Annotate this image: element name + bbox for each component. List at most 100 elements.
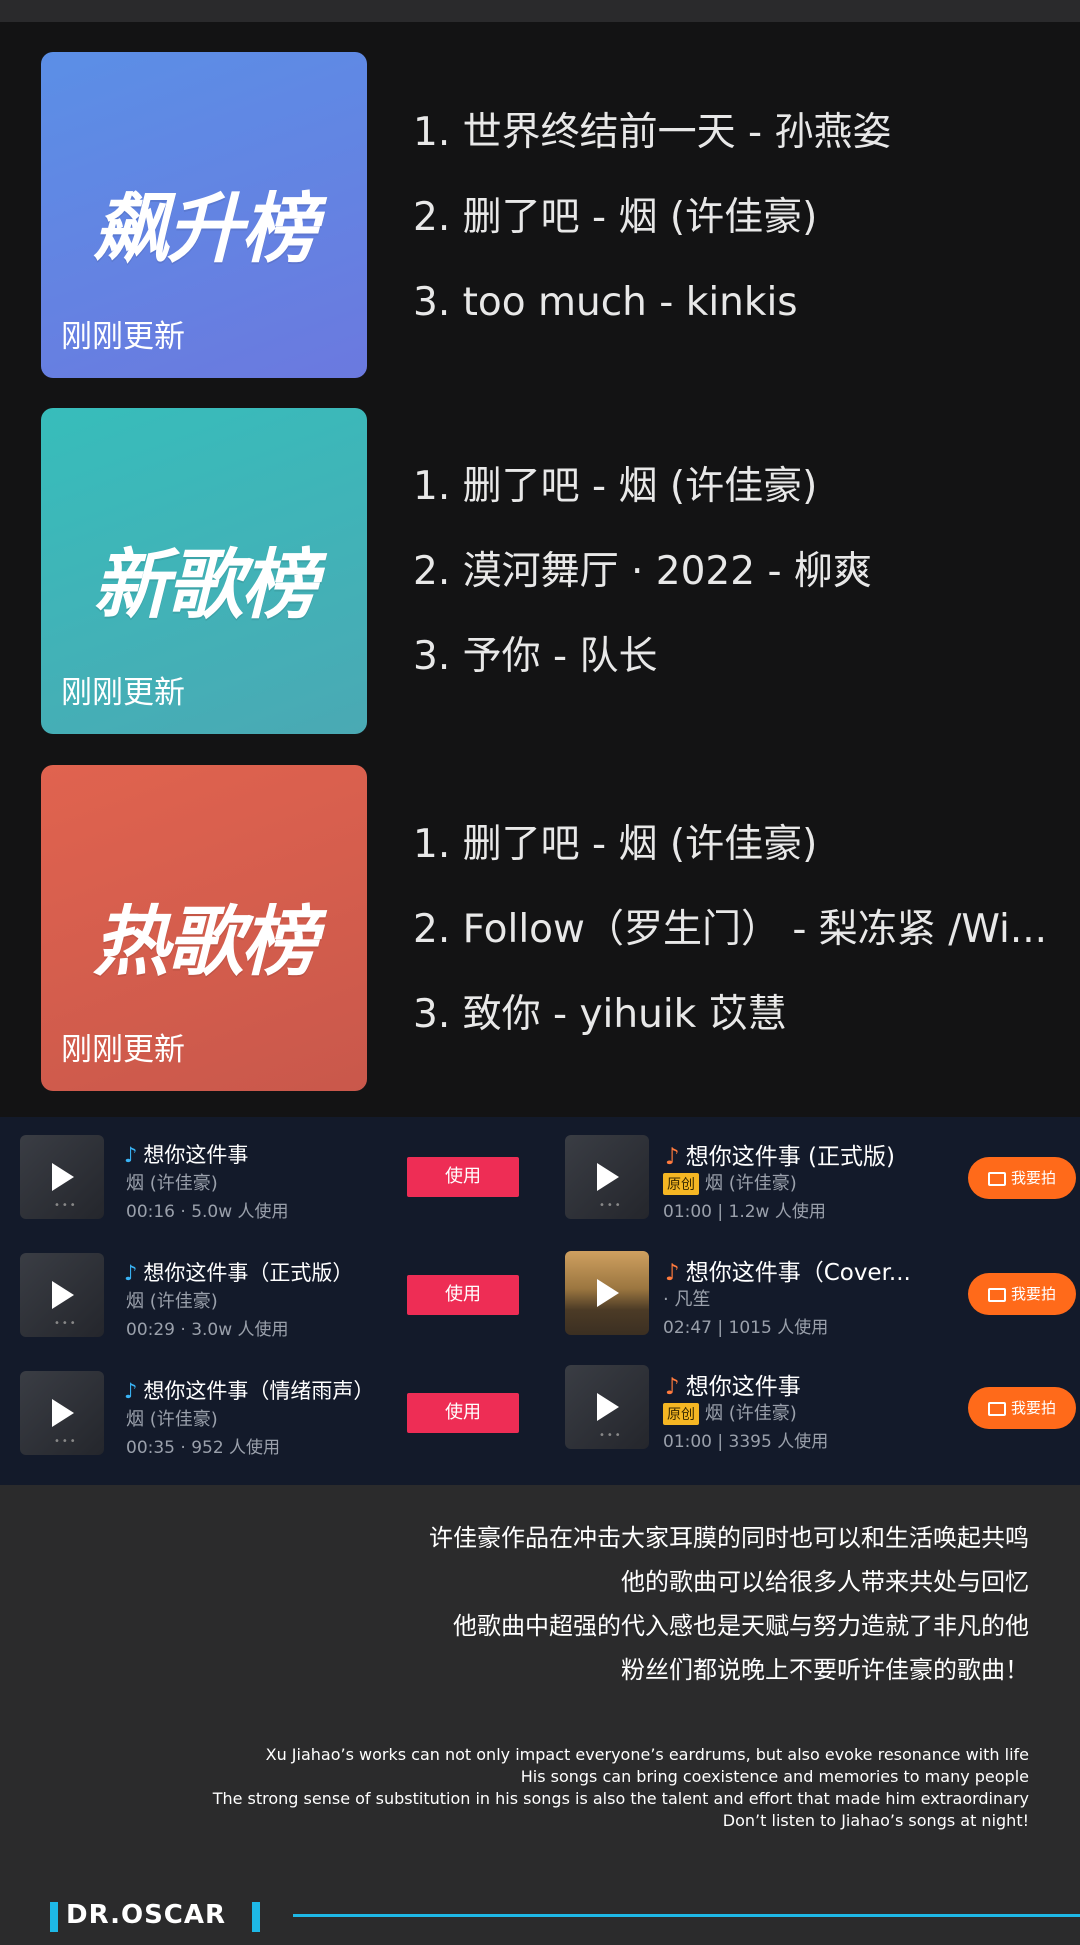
chart-card-title: 新歌榜 bbox=[93, 540, 317, 629]
top-bar bbox=[0, 0, 1080, 22]
song-row[interactable]: ••• ♪ 想你这件事 烟 (许佳豪) 00:16 · 5.0w 人使用 使用 bbox=[0, 1135, 540, 1245]
song-artist-text: 烟 (许佳豪) bbox=[705, 1403, 797, 1424]
shoot-button-label: 我要拍 bbox=[1010, 1285, 1056, 1303]
song-artist: 烟 (许佳豪) bbox=[126, 1291, 218, 1312]
caption-en-line: His songs can bring coexistence and memo… bbox=[520, 1767, 1029, 1786]
more-dots-icon: ••• bbox=[54, 1200, 78, 1211]
original-badge: 原创 bbox=[663, 1403, 699, 1425]
more-dots-icon: ••• bbox=[599, 1430, 623, 1441]
caption-zh-line: 粉丝们都说晚上不要听许佳豪的歌曲！ bbox=[621, 1656, 1029, 1684]
song-title-text: 想你这件事 bbox=[685, 1374, 801, 1400]
chart-list-item[interactable]: 1. 删了吧 - 烟 (许佳豪) bbox=[413, 802, 1073, 887]
song-list-right: ••• ♪ 想你这件事 (正式版) 原创烟 (许佳豪) 01:00 | 1.2w … bbox=[545, 1117, 1080, 1485]
music-note-icon: ♪ bbox=[124, 1379, 138, 1403]
song-artist: 烟 (许佳豪) bbox=[126, 1409, 218, 1430]
shoot-button[interactable]: 我要拍 bbox=[968, 1157, 1076, 1199]
song-title-text: 想你这件事（Cover... bbox=[685, 1260, 911, 1286]
chart-list-item[interactable]: 3. 致你 - yihuik 苡慧 bbox=[413, 972, 1073, 1057]
play-icon bbox=[597, 1393, 619, 1421]
song-section: ••• ♪ 想你这件事 烟 (许佳豪) 00:16 · 5.0w 人使用 使用 •… bbox=[0, 1117, 1080, 1485]
camera-icon bbox=[987, 1287, 1006, 1302]
caption-section bbox=[0, 1485, 1080, 1945]
song-cover[interactable]: ••• bbox=[20, 1253, 104, 1337]
chart-list-rising: 1. 世界终结前一天 - 孙燕姿 2. 删了吧 - 烟 (许佳豪) 3. too… bbox=[413, 90, 1073, 345]
song-cover[interactable]: ••• bbox=[565, 1135, 649, 1219]
music-note-icon: ♪ bbox=[124, 1261, 138, 1285]
song-title: ♪ 想你这件事 bbox=[665, 1367, 801, 1401]
brand-bar-left bbox=[50, 1902, 58, 1932]
song-title-text: 想你这件事（情绪雨声） bbox=[143, 1379, 375, 1403]
original-badge: 原创 bbox=[663, 1173, 699, 1195]
song-list-left: ••• ♪ 想你这件事 烟 (许佳豪) 00:16 · 5.0w 人使用 使用 •… bbox=[0, 1117, 540, 1485]
music-note-icon: ♪ bbox=[124, 1143, 138, 1167]
song-meta: 01:00 | 3395 人使用 bbox=[663, 1432, 829, 1452]
song-meta: 02:47 | 1015 人使用 bbox=[663, 1318, 829, 1338]
chart-list-item[interactable]: 2. 删了吧 - 烟 (许佳豪) bbox=[413, 175, 1073, 260]
chart-list-item[interactable]: 1. 删了吧 - 烟 (许佳豪) bbox=[413, 444, 1073, 529]
chart-list-item[interactable]: 3. 予你 - 队长 bbox=[413, 614, 1073, 699]
caption-zh-line: 许佳豪作品在冲击大家耳膜的同时也可以和生活唤起共鸣 bbox=[429, 1524, 1029, 1552]
camera-icon bbox=[987, 1171, 1006, 1186]
song-artist: 原创烟 (许佳豪) bbox=[663, 1399, 797, 1425]
song-artist: 烟 (许佳豪) bbox=[126, 1173, 218, 1194]
more-dots-icon: ••• bbox=[54, 1318, 78, 1329]
use-button[interactable]: 使用 bbox=[407, 1157, 519, 1197]
chart-card-title: 飙升榜 bbox=[93, 184, 317, 273]
chart-card-subtitle: 刚刚更新 bbox=[61, 1032, 185, 1068]
song-title: ♪ 想你这件事（情绪雨声） bbox=[124, 1375, 374, 1405]
camera-icon bbox=[987, 1401, 1006, 1416]
song-cover[interactable]: ••• bbox=[20, 1135, 104, 1219]
chart-card-subtitle: 刚刚更新 bbox=[61, 675, 185, 711]
shoot-button[interactable]: 我要拍 bbox=[968, 1387, 1076, 1429]
song-title: ♪ 想你这件事 bbox=[124, 1139, 248, 1169]
chart-section: 飙升榜 刚刚更新 1. 世界终结前一天 - 孙燕姿 2. 删了吧 - 烟 (许佳… bbox=[0, 22, 1080, 1117]
song-title-text: 想你这件事（正式版） bbox=[143, 1261, 354, 1285]
song-row[interactable]: ••• ♪ 想你这件事 原创烟 (许佳豪) 01:00 | 3395 人使用 我要… bbox=[545, 1365, 1080, 1475]
shoot-button[interactable]: 我要拍 bbox=[968, 1273, 1076, 1315]
song-artist: · 凡笙 bbox=[663, 1289, 711, 1310]
song-row[interactable]: ••• ♪ 想你这件事（情绪雨声） 烟 (许佳豪) 00:35 · 952 人使用… bbox=[0, 1371, 540, 1481]
use-button[interactable]: 使用 bbox=[407, 1275, 519, 1315]
shoot-button-label: 我要拍 bbox=[1010, 1169, 1056, 1187]
chart-list-item[interactable]: 1. 世界终结前一天 - 孙燕姿 bbox=[413, 90, 1073, 175]
play-icon bbox=[52, 1281, 74, 1309]
chart-list-hot: 1. 删了吧 - 烟 (许佳豪) 2. Follow（罗生门） - 梨冻紧 /W… bbox=[413, 802, 1073, 1057]
chart-card-subtitle: 刚刚更新 bbox=[61, 319, 185, 355]
chart-list-new: 1. 删了吧 - 烟 (许佳豪) 2. 漠河舞厅 · 2022 - 柳爽 3. … bbox=[413, 444, 1073, 699]
song-cover[interactable]: ••• bbox=[20, 1371, 104, 1455]
brand-logo: DR.OSCAR bbox=[66, 1900, 227, 1930]
caption-zh-line: 他的歌曲可以给很多人带来共处与回忆 bbox=[621, 1568, 1029, 1596]
song-title-text: 想你这件事 (正式版) bbox=[685, 1144, 895, 1170]
chart-card-hot[interactable]: 热歌榜 刚刚更新 bbox=[41, 765, 367, 1091]
play-icon bbox=[52, 1399, 74, 1427]
more-dots-icon: ••• bbox=[54, 1436, 78, 1447]
song-row[interactable]: ♪ 想你这件事（Cover... · 凡笙 02:47 | 1015 人使用 我要… bbox=[545, 1251, 1080, 1361]
chart-list-item[interactable]: 2. Follow（罗生门） - 梨冻紧 /Wi... bbox=[413, 887, 1073, 972]
play-icon bbox=[597, 1279, 619, 1307]
caption-en-line: Xu Jiahao’s works can not only impact ev… bbox=[265, 1745, 1029, 1764]
song-cover[interactable]: ••• bbox=[565, 1365, 649, 1449]
play-icon bbox=[597, 1163, 619, 1191]
song-title: ♪ 想你这件事 (正式版) bbox=[665, 1137, 895, 1171]
more-dots-icon: ••• bbox=[599, 1200, 623, 1211]
play-icon bbox=[52, 1163, 74, 1191]
song-meta: 00:16 · 5.0w 人使用 bbox=[126, 1202, 289, 1222]
song-title-text: 想你这件事 bbox=[143, 1143, 249, 1167]
use-button[interactable]: 使用 bbox=[407, 1393, 519, 1433]
song-meta: 00:29 · 3.0w 人使用 bbox=[126, 1320, 289, 1340]
song-title: ♪ 想你这件事（Cover... bbox=[665, 1253, 911, 1287]
chart-list-item[interactable]: 3. too much - kinkis bbox=[413, 260, 1073, 345]
chart-card-rising[interactable]: 飙升榜 刚刚更新 bbox=[41, 52, 367, 378]
song-meta: 01:00 | 1.2w 人使用 bbox=[663, 1202, 826, 1222]
song-title: ♪ 想你这件事（正式版） bbox=[124, 1257, 353, 1287]
song-cover-photo[interactable] bbox=[565, 1251, 649, 1335]
caption-en-line: Don’t listen to Jiahao’s songs at night! bbox=[722, 1811, 1029, 1830]
song-row[interactable]: ••• ♪ 想你这件事（正式版） 烟 (许佳豪) 00:29 · 3.0w 人使用… bbox=[0, 1253, 540, 1363]
chart-list-item[interactable]: 2. 漠河舞厅 · 2022 - 柳爽 bbox=[413, 529, 1073, 614]
chart-card-new[interactable]: 新歌榜 刚刚更新 bbox=[41, 408, 367, 734]
song-artist-text: 烟 (许佳豪) bbox=[705, 1173, 797, 1194]
music-note-icon: ♪ bbox=[665, 1144, 680, 1170]
shoot-button-label: 我要拍 bbox=[1010, 1399, 1056, 1417]
brand-divider bbox=[293, 1914, 1080, 1917]
song-row[interactable]: ••• ♪ 想你这件事 (正式版) 原创烟 (许佳豪) 01:00 | 1.2w … bbox=[545, 1135, 1080, 1245]
